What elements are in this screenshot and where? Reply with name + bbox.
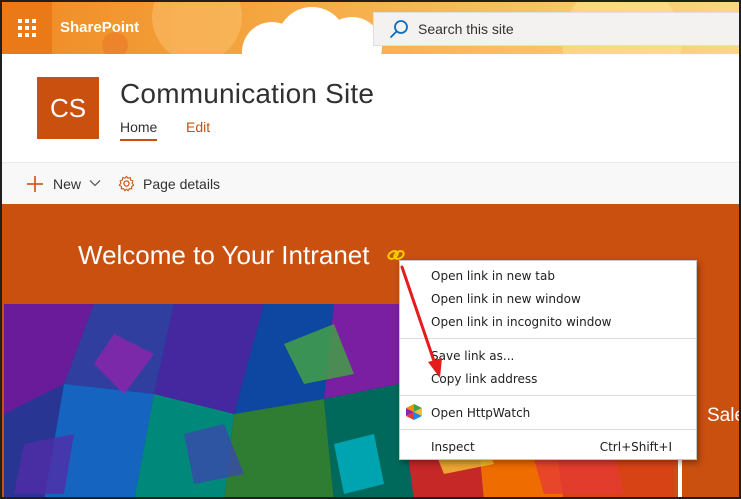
chevron-down-icon[interactable] [88, 176, 102, 190]
menu-separator [400, 429, 696, 430]
menu-separator [400, 338, 696, 339]
search-placeholder: Search this site [418, 21, 514, 37]
sales-tile-label: Sales [707, 405, 739, 426]
plus-icon[interactable] [26, 175, 44, 193]
app-name[interactable]: SharePoint [60, 19, 139, 36]
menu-item-copy-link-address[interactable]: Copy link address [400, 368, 696, 390]
menu-item-open-new-tab[interactable]: Open link in new tab [400, 265, 696, 287]
menu-separator [400, 395, 696, 396]
site-header: CS Communication Site Home Edit [2, 54, 739, 162]
command-bar: New Page details [2, 162, 739, 204]
hero-title[interactable]: Welcome to Your Intranet [78, 240, 369, 271]
menu-item-inspect-label: Inspect [431, 440, 475, 454]
menu-shortcut-inspect: Ctrl+Shift+I [599, 440, 672, 454]
menu-item-open-incognito[interactable]: Open link in incognito window [400, 311, 696, 333]
nav-item-home[interactable]: Home [120, 119, 158, 141]
site-title[interactable]: Communication Site [120, 78, 374, 110]
suite-bar: SharePoint Search this site [2, 2, 739, 54]
menu-item-save-link-as[interactable]: Save link as... [400, 345, 696, 367]
context-menu: Open link in new tab Open link in new wi… [399, 260, 697, 460]
menu-item-open-httpwatch[interactable]: Open HttpWatch [400, 402, 696, 424]
httpwatch-icon [406, 404, 422, 420]
app-launcher-button[interactable] [2, 2, 52, 54]
nav-item-edit[interactable]: Edit [186, 119, 210, 135]
app-launcher-icon [18, 19, 36, 37]
decorative-shape [152, 2, 242, 54]
gear-icon[interactable] [118, 175, 135, 192]
browser-viewport: SharePoint Search this site CS Communica… [0, 0, 741, 499]
site-logo[interactable]: CS [37, 77, 99, 139]
menu-item-open-new-window[interactable]: Open link in new window [400, 288, 696, 310]
page-details-button[interactable]: Page details [143, 176, 220, 192]
search-icon [390, 20, 408, 38]
menu-item-inspect[interactable]: Inspect Ctrl+Shift+I [400, 436, 696, 458]
search-box[interactable]: Search this site [373, 12, 739, 46]
new-button[interactable]: New [53, 176, 81, 192]
